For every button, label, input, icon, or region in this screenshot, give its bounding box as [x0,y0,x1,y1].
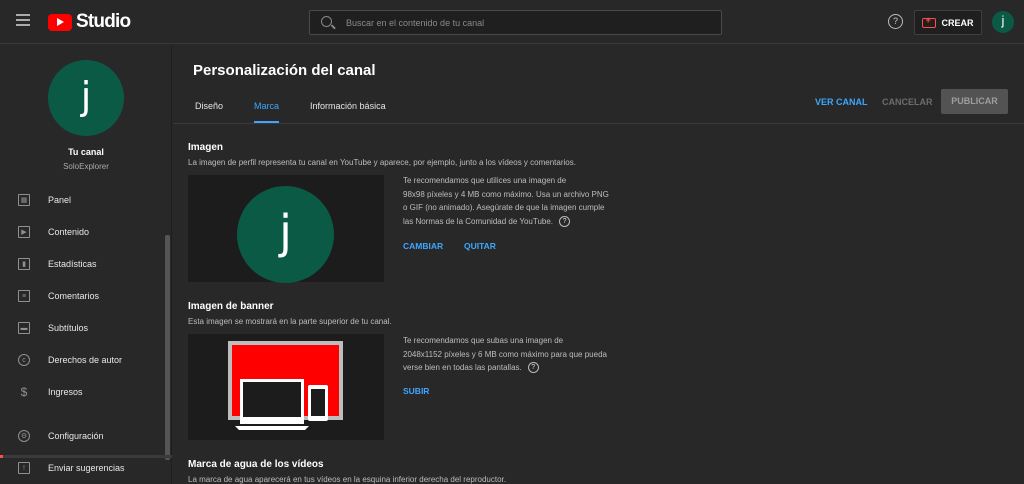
info-line-text: verse bien en todas las pantallas. [403,363,522,372]
content-icon: ▶ [18,226,30,238]
main-content: Personalización del canal Diseño Marca I… [173,45,1024,484]
sidebar-item-panel[interactable]: ▦ Panel [0,184,172,216]
info-line: verse bien en todas las pantallas.? [403,361,607,375]
create-video-icon [922,15,937,28]
sidebar-item-label: Estadísticas [48,259,97,269]
sidebar-item-label: Ingresos [48,387,83,397]
sidebar-item-label: Enviar sugerencias [48,463,125,473]
banner-devices-illustration [228,341,343,430]
info-line: las Normas de la Comunidad de YouTube.? [403,215,609,229]
banner-section-description: Esta imagen se mostrará en la parte supe… [188,317,392,326]
create-label: CREAR [941,17,974,28]
tab-branding[interactable]: Marca [254,101,280,123]
sidebar-bottom-nav: ⚙ Configuración ! Enviar sugerencias [0,420,172,484]
remove-image-button[interactable]: QUITAR [464,241,496,251]
banner-info-text: Te recomendamos que subas una imagen de … [403,334,607,375]
account-avatar[interactable]: j [992,11,1014,33]
sidebar-item-label: Comentarios [48,291,100,301]
info-line: Te recomendamos que utilices una imagen … [403,176,567,185]
change-image-button[interactable]: CAMBIAR [403,241,443,251]
sidebar-item-label: Configuración [48,431,104,441]
hamburger-menu-icon[interactable] [16,14,30,26]
publish-button[interactable]: PUBLICAR [941,89,1008,114]
help-icon[interactable]: ? [527,362,539,374]
comments-icon: ≡ [18,290,30,302]
sidebar-item-settings[interactable]: ⚙ Configuración [0,420,172,452]
info-line: Te recomendamos que subas una imagen de [403,336,564,345]
channel-name: SoloExplorer [63,162,109,171]
profile-picture: j [237,186,334,283]
studio-logo[interactable]: Studio [48,11,131,33]
info-line: 98x98 píxeles y 4 MB como máximo. Usa un… [403,189,609,199]
dollar-icon: $ [20,385,28,399]
sidebar-item-analytics[interactable]: ▮ Estadísticas [0,248,172,280]
subtitles-icon: ▬ [18,322,30,334]
channel-title: Tu canal [68,147,104,157]
sidebar-item-label: Subtítulos [48,323,89,333]
create-button[interactable]: CREAR [914,10,982,35]
sidebar-item-feedback[interactable]: ! Enviar sugerencias [0,452,172,484]
top-bar: Studio ? CREAR j [0,0,1024,44]
sidebar-nav: ▦ Panel ▶ Contenido ▮ Estadísticas ≡ Com… [0,184,172,408]
watermark-section-title: Marca de agua de los vídeos [188,459,324,470]
app-name: Studio [76,11,131,32]
tab-layout[interactable]: Diseño [195,101,223,123]
sidebar-item-comments[interactable]: ≡ Comentarios [0,280,172,312]
image-info-text: Te recomendamos que utilices una imagen … [403,174,609,228]
cancel-button[interactable]: CANCELAR [882,97,933,107]
sidebar: j Tu canal SoloExplorer ▦ Panel ▶ Conten… [0,45,172,484]
banner-section-title: Imagen de banner [188,301,274,312]
image-section-description: La imagen de perfil representa tu canal … [188,158,576,167]
info-line: 2048x1152 píxeles y 6 MB como máximo par… [403,349,607,359]
help-icon[interactable]: ? [888,14,903,29]
sidebar-item-label: Panel [48,195,72,205]
sidebar-item-subtitles[interactable]: ▬ Subtítulos [0,312,172,344]
banner-image-preview [188,334,384,440]
copyright-icon: c [18,354,30,366]
search-input[interactable] [346,14,706,31]
tabs-divider [173,123,1024,124]
channel-avatar[interactable]: j [48,60,124,136]
image-section-title: Imagen [188,142,224,153]
sidebar-item-content[interactable]: ▶ Contenido [0,216,172,248]
info-line-text: las Normas de la Comunidad de YouTube. [403,216,554,226]
view-channel-button[interactable]: VER CANAL [815,97,868,107]
tab-bar: Diseño Marca Información básica [195,101,417,123]
info-line: o GIF (no animado). Asegúrate de que la … [403,203,605,212]
profile-image-preview: j [188,175,384,283]
search-bar[interactable] [309,10,722,35]
feedback-icon: ! [18,462,30,474]
sidebar-item-earn[interactable]: $ Ingresos [0,376,172,408]
sidebar-item-label: Derechos de autor [48,355,123,365]
upload-banner-button[interactable]: SUBIR [403,386,429,396]
search-icon [321,16,332,27]
watermark-section-description: La marca de agua aparecerá en tus vídeos… [188,475,506,484]
tab-basic-info[interactable]: Información básica [310,101,386,123]
help-icon[interactable]: ? [559,215,571,227]
sidebar-item-label: Contenido [48,227,90,237]
page-title: Personalización del canal [193,62,376,79]
sidebar-item-copyright[interactable]: c Derechos de autor [0,344,172,376]
analytics-icon: ▮ [18,258,30,270]
gear-icon: ⚙ [18,430,30,442]
youtube-play-icon [48,13,72,31]
dashboard-icon: ▦ [18,194,30,206]
